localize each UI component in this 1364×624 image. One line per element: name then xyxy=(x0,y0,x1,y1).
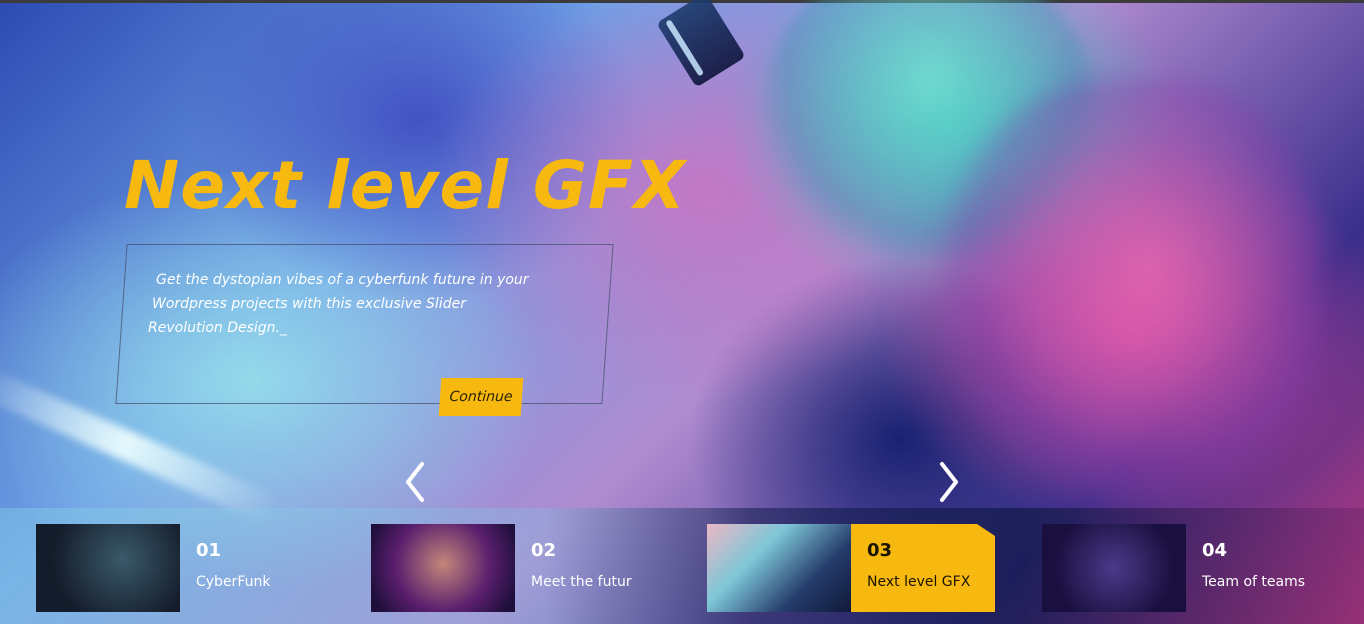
description-line: Revolution Design._ xyxy=(148,320,288,336)
thumbnail-info: 03 Next level GFX xyxy=(851,524,995,612)
thumbnail-info: 01 CyberFunk xyxy=(180,524,324,612)
continue-button[interactable]: Continue xyxy=(438,378,524,416)
top-border xyxy=(0,0,1364,3)
chevron-right-icon xyxy=(940,462,958,502)
slide-description: Get the dystopian vibes of a cyberfunk f… xyxy=(148,268,568,340)
thumbnail-label: Meet the futur xyxy=(531,574,632,590)
next-slide-button[interactable] xyxy=(934,460,964,504)
thumbnail-number: 02 xyxy=(531,540,557,561)
slide-title: Next level GFX xyxy=(124,147,687,224)
slider-stage: Next level GFX Get the dystopian vibes o… xyxy=(0,0,1364,624)
chevron-left-icon xyxy=(406,462,424,502)
thumbnail-image xyxy=(1042,524,1186,612)
background-visor xyxy=(656,0,746,88)
description-line: Wordpress projects with this exclusive S… xyxy=(152,296,466,312)
prev-slide-button[interactable] xyxy=(400,460,430,504)
thumbnail-number: 01 xyxy=(196,540,222,561)
thumbnail-label: Next level GFX xyxy=(867,574,971,590)
thumbnail-info: 02 Meet the futur xyxy=(515,524,659,612)
thumbnail-number: 03 xyxy=(867,540,893,561)
thumbnail-image xyxy=(707,524,851,612)
thumbnail-number: 04 xyxy=(1202,540,1228,561)
thumbnail-label: CyberFunk xyxy=(196,574,271,590)
thumbnail-info: 04 Team of teams xyxy=(1186,524,1330,612)
description-line: Get the dystopian vibes of a cyberfunk f… xyxy=(156,272,529,288)
thumbnail-navigation: 01 CyberFunk 02 Meet the futur 03 Next l… xyxy=(0,508,1364,624)
thumbnail-image xyxy=(371,524,515,612)
thumbnail-label: Team of teams xyxy=(1202,574,1306,590)
thumbnail-image xyxy=(36,524,180,612)
background-hand xyxy=(940,80,1320,500)
